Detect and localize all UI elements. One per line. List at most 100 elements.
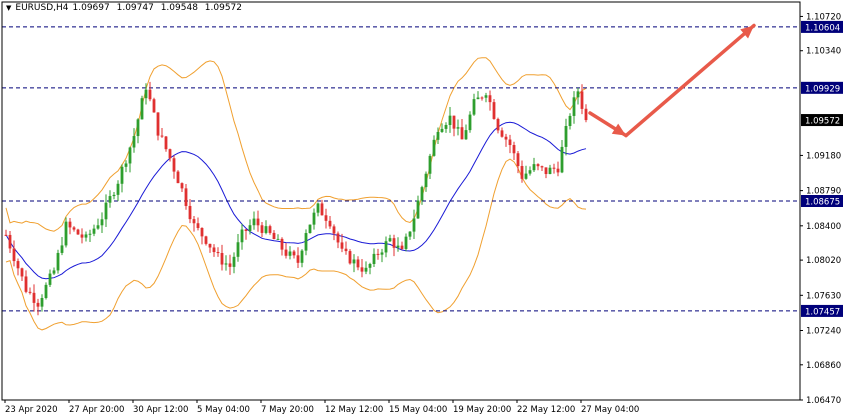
chart-header: ▼ EURUSD,H4 1.09697 1.09747 1.09548 1.09… [6,3,246,13]
bollinger-bands [5,57,587,331]
y-tick-label: 1.06470 [806,396,841,406]
candle-body [280,238,284,250]
candle-body [212,247,216,253]
candle-body [260,225,264,233]
candle-body [468,114,472,131]
candle-body [56,252,60,271]
candle-body [120,166,124,184]
candle-body [76,229,80,235]
candle-body [88,233,92,235]
candle-body [308,224,312,234]
candle-body [480,97,484,99]
candle-body [392,238,396,248]
candle-body [140,98,144,120]
y-tick-label: 1.08400 [806,222,841,232]
candle-body [396,245,400,248]
candle-body [264,226,268,233]
candle-body [68,221,72,228]
candle-body [456,127,460,129]
x-tick-label: 27 May 04:00 [581,405,639,415]
candle-body [276,238,280,240]
candle-body [384,241,388,253]
candle-body [72,227,76,230]
candle-body [48,273,52,285]
candle-body [180,183,184,189]
candle-body [128,147,132,164]
candle-body [444,124,448,129]
candle-body [352,259,356,264]
ohlc-values: 1.09697 1.09747 1.09548 1.09572 [73,3,247,13]
candle-body [372,253,376,265]
candle-body [156,112,160,136]
candle-body [388,238,392,242]
candle-body [380,252,384,255]
open-value: 1.09697 [72,3,110,13]
candle-body [220,253,224,265]
candle-body [272,232,276,240]
candle-body [36,302,40,307]
candle-body [428,155,432,174]
x-tick-label: 23 Apr 2020 [5,405,58,415]
candle-body [368,264,372,268]
candle-body [544,167,548,175]
candle-body [400,245,404,249]
candle-body [580,91,584,109]
candle-body [448,115,452,125]
candle-body [32,292,36,303]
y-tick-label: 1.08790 [806,187,841,197]
candle-body [464,130,468,140]
candle-body [288,251,292,256]
level-price-label: 1.08675 [805,198,840,208]
candle-body [304,233,308,251]
candle-body [520,166,524,179]
y-tick-label: 1.10720 [806,12,841,22]
candle-body [84,234,88,238]
candle-body [348,251,352,264]
y-tick-label: 1.09180 [806,151,841,161]
level-price-label: 1.09929 [805,84,840,94]
candle-body [436,131,440,140]
candle-body [192,219,196,224]
y-tick-label: 1.07630 [806,291,841,301]
candle-body [240,229,244,243]
candle-body [552,167,556,169]
current-price-label: 1.09572 [805,117,840,127]
candle-body [472,99,476,115]
candle-body [20,268,24,277]
candle-body [584,108,588,121]
candle-body [196,223,200,228]
candle-body [512,145,516,154]
candle-body [168,149,172,159]
candle-body [476,97,480,100]
candle-body [104,202,108,220]
candle-body [360,267,364,272]
candle-body [224,263,228,265]
candle-body [164,136,168,150]
dropdown-triangle-icon[interactable]: ▼ [6,4,11,12]
candle-body [200,227,204,237]
candle-body [536,164,540,167]
candle-body [556,168,560,173]
candle-body [564,126,568,147]
candle-body [60,245,64,253]
candle-body [540,166,544,168]
candle-body [204,236,208,244]
y-tick-label: 1.06860 [806,361,841,371]
candle-body [404,236,408,249]
candle-body [492,102,496,119]
x-tick-label: 30 Apr 12:00 [133,405,188,415]
candle-body [108,196,112,203]
candle-body [516,153,520,167]
candle-body [528,170,532,174]
candle-body [524,173,528,179]
close-value: 1.09572 [204,3,243,13]
candle-body [52,270,56,274]
candle-body [228,263,232,267]
price-chart[interactable]: 1.106041.099291.086751.07457 1.095721.10… [0,0,846,419]
candle-body [500,130,504,137]
candle-body [324,215,328,221]
candle-body [312,212,316,225]
y-tick-label: 1.07240 [806,327,841,337]
candle-body [292,251,296,256]
candle-body [256,218,260,226]
